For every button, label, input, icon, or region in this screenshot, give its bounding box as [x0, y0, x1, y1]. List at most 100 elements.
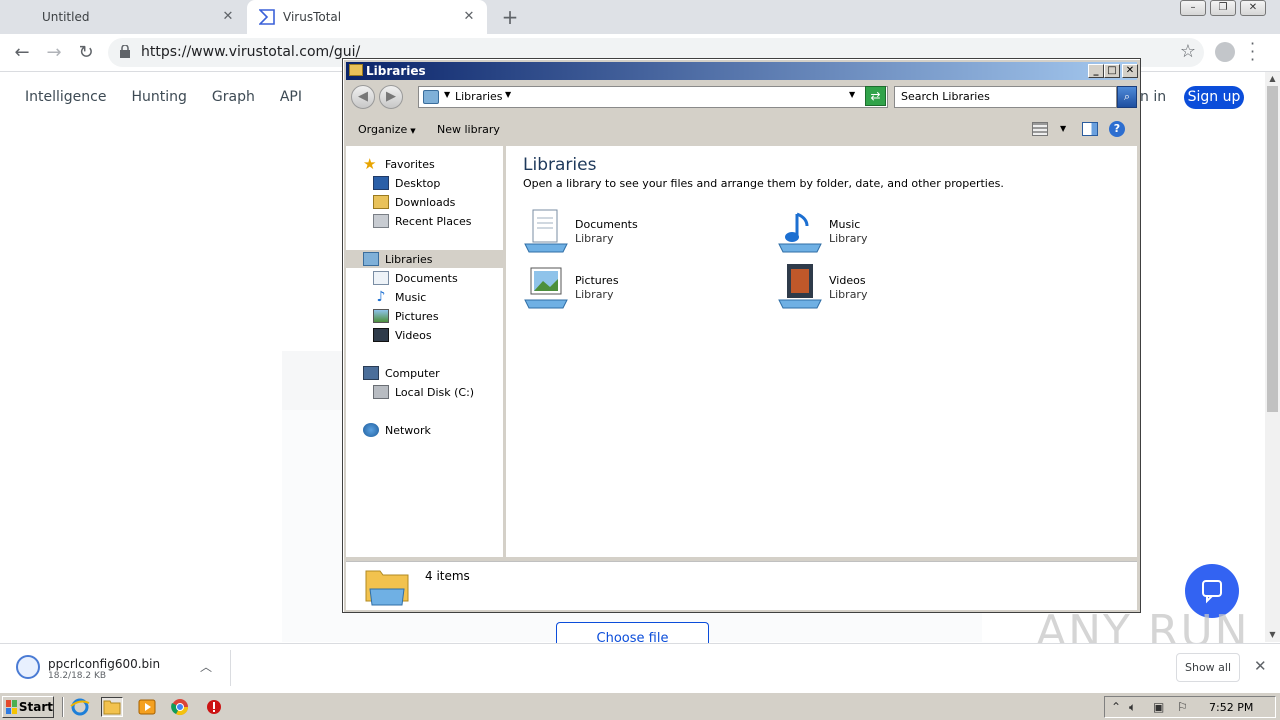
tray-expand-icon[interactable]: ⌃ [1111, 700, 1121, 714]
vt-nav-intelligence[interactable]: Intelligence [25, 89, 106, 105]
back-arrow-icon[interactable]: ← [12, 42, 32, 63]
explorer-address-bar[interactable]: ▼ Libraries ▼ ▼ [418, 86, 888, 108]
nav-item-libraries[interactable]: Libraries [346, 250, 503, 268]
virustotal-logo-icon [259, 9, 275, 25]
organize-button[interactable]: Organize ▼ [358, 123, 416, 136]
minimize-icon[interactable]: _ [1088, 64, 1104, 78]
explorer-titlebar[interactable]: Libraries _ □ ✕ [346, 62, 1138, 80]
start-button[interactable]: Start [2, 696, 54, 718]
vt-nav-graph[interactable]: Graph [212, 89, 255, 105]
libraries-icon [423, 90, 439, 104]
libraries-heading: Libraries [523, 155, 597, 175]
show-all-button[interactable]: Show all [1176, 653, 1240, 682]
library-type: Library [575, 288, 614, 301]
volume-icon[interactable]: 🔈︎ [1129, 700, 1136, 715]
vt-nav-api[interactable]: API [280, 89, 302, 105]
close-icon[interactable]: ✕ [1122, 64, 1138, 78]
reload-icon[interactable]: ↻ [76, 42, 96, 63]
new-tab-icon[interactable]: + [500, 5, 520, 29]
nav-label: Videos [395, 328, 432, 342]
breadcrumb-arrow-icon[interactable]: ▼ [505, 90, 511, 99]
library-type: Library [575, 232, 614, 245]
library-item-music[interactable]: Music Library [777, 208, 977, 258]
stop-sign-icon[interactable] [203, 697, 225, 717]
nav-label: Favorites [385, 157, 435, 171]
nav-item-music[interactable]: ♪ Music [373, 288, 427, 306]
breadcrumb-libraries[interactable]: Libraries [455, 90, 503, 103]
nav-label: Pictures [395, 309, 439, 323]
taskbar-clock[interactable]: 7:52 PM [1209, 701, 1253, 714]
nav-item-favorites[interactable]: ★ Favorites [363, 155, 435, 173]
tab-close-icon[interactable]: ✕ [220, 9, 236, 24]
library-item-videos[interactable]: Videos Library [777, 264, 977, 314]
start-label: Start [18, 700, 53, 714]
pictures-library-icon [524, 267, 568, 309]
download-filename[interactable]: ppcrlconfig600.bin [48, 657, 160, 671]
new-library-button[interactable]: New library [437, 123, 500, 136]
library-name: Videos [829, 274, 866, 287]
tab-close-icon[interactable]: ✕ [461, 9, 477, 24]
nav-label: Documents [395, 271, 458, 285]
close-icon[interactable]: ✕ [1240, 0, 1266, 16]
chevron-up-icon[interactable]: ︿ [200, 658, 212, 675]
scroll-down-icon[interactable]: ▼ [1265, 628, 1280, 642]
choose-file-button[interactable]: Choose file [556, 622, 709, 644]
nav-label: Music [395, 290, 427, 304]
bookmark-star-icon[interactable]: ☆ [1180, 41, 1196, 62]
refresh-icon[interactable]: ⇄ [865, 86, 886, 106]
network-tray-icon[interactable]: ▣ [1153, 700, 1164, 714]
help-icon[interactable]: ? [1109, 121, 1125, 137]
nav-item-downloads[interactable]: Downloads [373, 193, 455, 211]
download-bar: ppcrlconfig600.bin 18.2/18.2 KB ︿ Show a… [0, 643, 1280, 692]
nav-item-documents[interactable]: Documents [373, 269, 458, 287]
nav-item-videos[interactable]: Videos [373, 326, 432, 344]
nav-item-network[interactable]: Network [363, 421, 431, 439]
library-item-pictures[interactable]: Pictures Library [523, 264, 723, 314]
back-arrow-icon[interactable]: ◀ [351, 85, 375, 109]
forward-arrow-icon[interactable]: → [44, 42, 64, 63]
documents-library-icon [524, 209, 568, 253]
vt-signup-button[interactable]: Sign up [1184, 86, 1244, 109]
minimize-icon[interactable]: – [1180, 0, 1206, 16]
menu-dots-icon[interactable]: · · · [1250, 36, 1255, 68]
preview-pane-icon[interactable] [1082, 122, 1098, 136]
libraries-icon [363, 252, 379, 266]
profile-avatar-icon[interactable] [1215, 42, 1235, 62]
library-item-documents[interactable]: Documents Library [523, 208, 723, 258]
tab-virustotal[interactable]: VirusTotal ✕ [247, 0, 487, 34]
computer-icon [363, 366, 379, 380]
breadcrumb-arrow-icon[interactable]: ▼ [444, 90, 450, 99]
window-title: Libraries [366, 64, 426, 78]
explorer-nav-pane: ★ Favorites Desktop Downloads Recent Pla… [346, 146, 503, 557]
explorer-taskbar-icon[interactable] [101, 697, 123, 717]
windows-taskbar: Start ⌃ 🔈︎ ▣ ⚐ 7:52 PM [0, 692, 1280, 720]
page-scrollbar[interactable]: ▲ ▼ [1265, 72, 1280, 642]
close-icon[interactable]: ✕ [1254, 657, 1267, 675]
nav-item-computer[interactable]: Computer [363, 364, 440, 382]
vt-top-nav: Intelligence Hunting Graph API [25, 89, 302, 105]
forward-arrow-icon[interactable]: ▶ [379, 85, 403, 109]
scroll-thumb[interactable] [1267, 86, 1278, 412]
nav-item-pictures[interactable]: Pictures [373, 307, 439, 325]
nav-item-desktop[interactable]: Desktop [373, 174, 440, 192]
nav-label: Desktop [395, 176, 441, 190]
media-player-icon[interactable] [136, 697, 158, 717]
explorer-search-input[interactable]: Search Libraries [894, 86, 1117, 108]
maximize-icon[interactable]: □ [1104, 64, 1120, 78]
address-dropdown-icon[interactable]: ▼ [849, 90, 855, 99]
restore-icon[interactable]: ❐ [1210, 0, 1236, 16]
chrome-icon[interactable] [169, 697, 191, 717]
vt-signin-link[interactable]: n in [1140, 89, 1166, 105]
view-options-icon[interactable] [1032, 122, 1048, 136]
nav-item-local-disk[interactable]: Local Disk (C:) [373, 383, 474, 401]
tab-untitled[interactable]: Untitled ✕ [0, 0, 246, 34]
nav-item-recent-places[interactable]: Recent Places [373, 212, 472, 230]
action-center-flag-icon[interactable]: ⚐ [1177, 700, 1188, 714]
url-text: https://www.virustotal.com/gui/ [141, 44, 361, 60]
explorer-content-pane: Libraries Open a library to see your fil… [506, 146, 1137, 557]
scroll-up-icon[interactable]: ▲ [1265, 72, 1280, 86]
vt-nav-hunting[interactable]: Hunting [131, 89, 186, 105]
search-icon[interactable]: ⌕ [1117, 86, 1137, 108]
chevron-down-icon[interactable]: ▼ [1060, 124, 1066, 133]
internet-explorer-icon[interactable] [69, 697, 91, 717]
